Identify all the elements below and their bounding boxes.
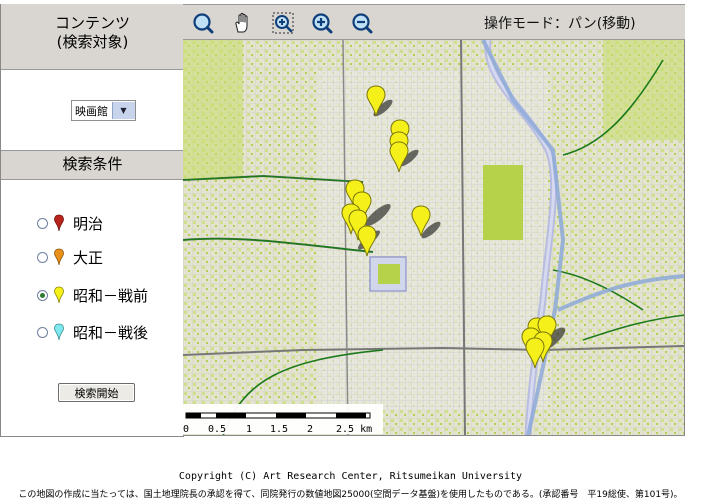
green-area: [183, 40, 243, 180]
map-search-app: コンテンツ (検索対象) 映画館 ▼ 検索条件 明治 大正 昭和－戦前 昭和－戦…: [0, 0, 701, 500]
option-label-meiji: 明治: [73, 214, 104, 233]
zoom-box-icon[interactable]: [272, 12, 294, 34]
yellow-pin-icon: [54, 286, 64, 304]
palace-park: [483, 165, 523, 240]
cyan-pin-icon: [54, 323, 64, 341]
castle-park: [378, 264, 400, 284]
orange-pin-icon: [54, 248, 64, 266]
scale-bar: 0 0.5 1 1.5 2 2.5 km: [183, 404, 383, 435]
option-meiji[interactable]: 明治: [37, 213, 103, 233]
scale-label: 1.5: [270, 424, 288, 435]
radio-meiji[interactable]: [37, 217, 48, 229]
scale-label: 2: [307, 424, 313, 435]
map-canvas[interactable]: 0 0.5 1 1.5 2 2.5 km: [183, 40, 685, 436]
option-label-showa-prewar: 昭和－戦前: [73, 286, 149, 305]
search-start-button[interactable]: 検索開始: [58, 383, 135, 402]
radio-taisho[interactable]: [37, 251, 48, 263]
scale-label: 2.5 km: [336, 424, 372, 435]
red-pin-icon: [54, 214, 64, 232]
map-graphic[interactable]: 0 0.5 1 1.5 2 2.5 km: [183, 40, 685, 436]
copyright-text: Copyright (C) Art Research Center, Ritsu…: [178, 471, 523, 482]
search-icon[interactable]: [192, 12, 214, 34]
scale-label: 0: [183, 424, 189, 435]
map-toolbar: 操作モード：パン(移動): [183, 4, 685, 40]
scale-label: 0.5: [208, 424, 226, 435]
contents-title-line2: (検索対象): [56, 33, 129, 51]
contents-title-line1: コンテンツ: [54, 14, 130, 32]
contents-header: コンテンツ (検索対象): [1, 4, 184, 70]
left-panel: コンテンツ (検索対象) 映画館 ▼ 検索条件 明治 大正 昭和－戦前 昭和－戦…: [0, 4, 184, 437]
option-label-showa-postwar: 昭和－戦後: [73, 323, 149, 342]
content-select[interactable]: 映画館 ▼: [71, 100, 136, 121]
option-taisho[interactable]: 大正: [37, 247, 103, 267]
conditions-title: 検索条件: [62, 155, 123, 173]
scale-label: 1: [246, 424, 252, 435]
map-notice-text: この地図の作成に当たっては、国土地理院長の承認を得て、同院発行の数値地図2500…: [18, 490, 683, 500]
content-select-value: 映画館: [75, 104, 108, 118]
option-showa-postwar[interactable]: 昭和－戦後: [37, 322, 148, 342]
operation-mode-label: 操作モード：パン(移動): [484, 16, 636, 32]
zoom-out-icon[interactable]: [351, 12, 373, 34]
zoom-in-icon[interactable]: [311, 12, 333, 34]
option-label-taisho: 大正: [73, 248, 104, 267]
option-showa-prewar[interactable]: 昭和－戦前: [37, 285, 148, 305]
radio-showa-prewar[interactable]: [37, 289, 48, 301]
hand-icon[interactable]: [232, 12, 254, 34]
chevron-down-icon[interactable]: ▼: [112, 102, 135, 119]
radio-showa-postwar[interactable]: [37, 326, 48, 338]
conditions-header: 検索条件: [1, 150, 184, 180]
